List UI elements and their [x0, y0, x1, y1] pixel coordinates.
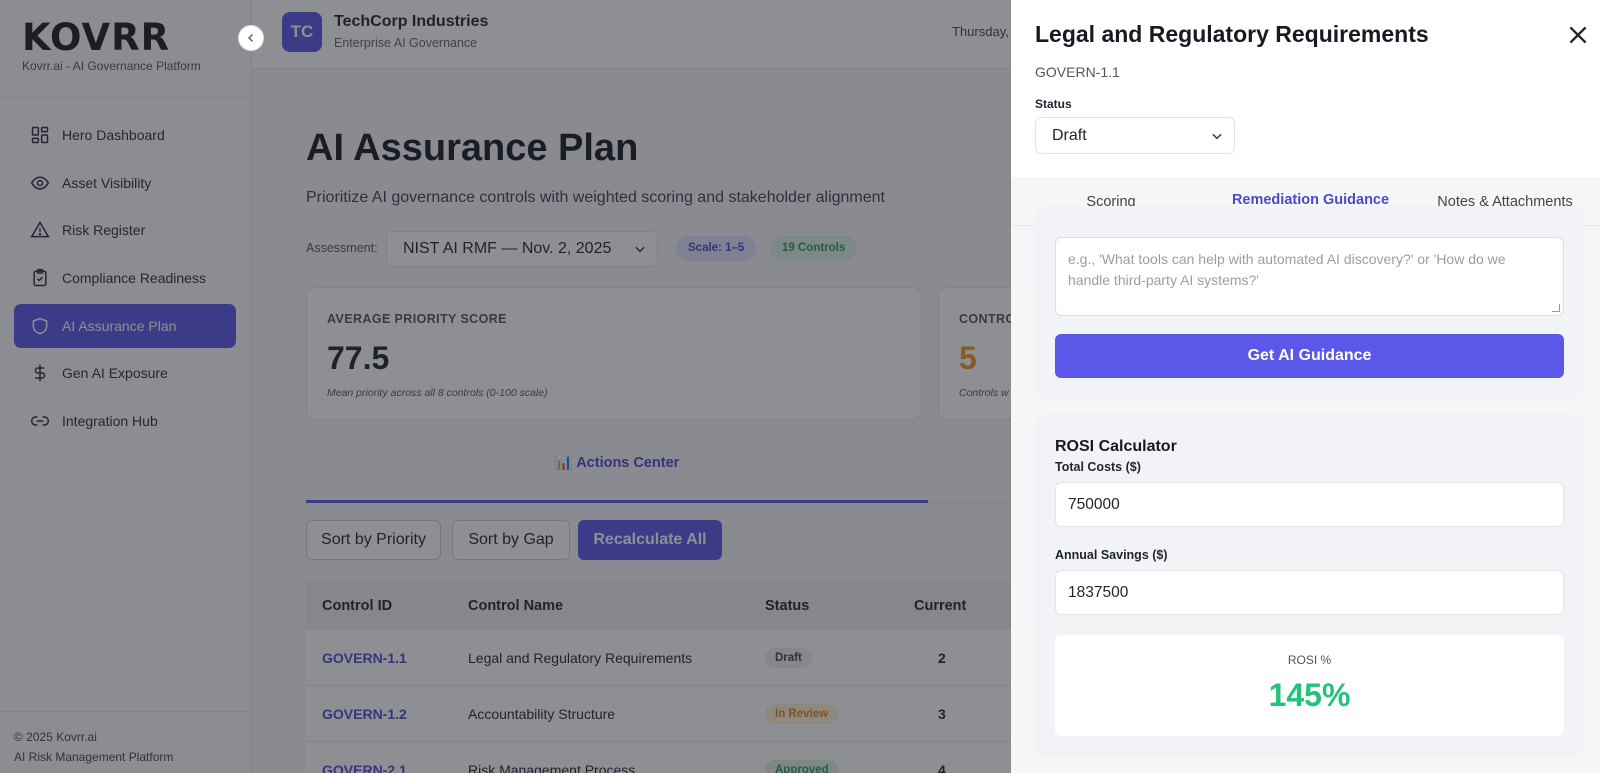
chevron-down-icon [1212, 133, 1222, 140]
status-label: Status [1035, 97, 1072, 111]
sidebar-collapse-button[interactable] [238, 25, 264, 51]
total-costs-label: Total Costs ($) [1055, 460, 1141, 474]
ai-guidance-panel: e.g., 'What tools can help with automate… [1035, 206, 1583, 399]
resize-handle[interactable] [1552, 304, 1560, 312]
rosi-title: ROSI Calculator [1055, 438, 1177, 455]
close-icon [1569, 26, 1587, 44]
rosi-calculator-panel: ROSI Calculator Total Costs ($) 750000 A… [1035, 414, 1583, 758]
guidance-placeholder: e.g., 'What tools can help with automate… [1068, 251, 1506, 288]
guidance-question-textarea[interactable]: e.g., 'What tools can help with automate… [1055, 237, 1564, 316]
rosi-result-value: 145% [1268, 677, 1351, 713]
drawer-body[interactable]: e.g., 'What tools can help with automate… [1011, 206, 1600, 773]
drawer-title: Legal and Regulatory Requirements [1035, 21, 1429, 47]
rosi-result-label: ROSI % [1287, 653, 1332, 667]
chevron-left-icon [248, 34, 253, 42]
rosi-result-box: ROSI % 145% [1055, 635, 1564, 736]
annual-savings-label: Annual Savings ($) [1055, 548, 1168, 562]
control-detail-drawer: Legal and Regulatory Requirements GOVERN… [1011, 0, 1600, 773]
status-value: Draft [1052, 127, 1087, 144]
annual-savings-input[interactable]: 1837500 [1055, 570, 1564, 615]
close-button[interactable] [1565, 22, 1591, 48]
total-costs-input[interactable]: 750000 [1055, 482, 1564, 527]
status-select[interactable]: Draft [1035, 117, 1235, 154]
get-ai-guidance-button[interactable]: Get AI Guidance [1055, 334, 1564, 378]
drawer-control-id: GOVERN-1.1 [1035, 64, 1120, 80]
